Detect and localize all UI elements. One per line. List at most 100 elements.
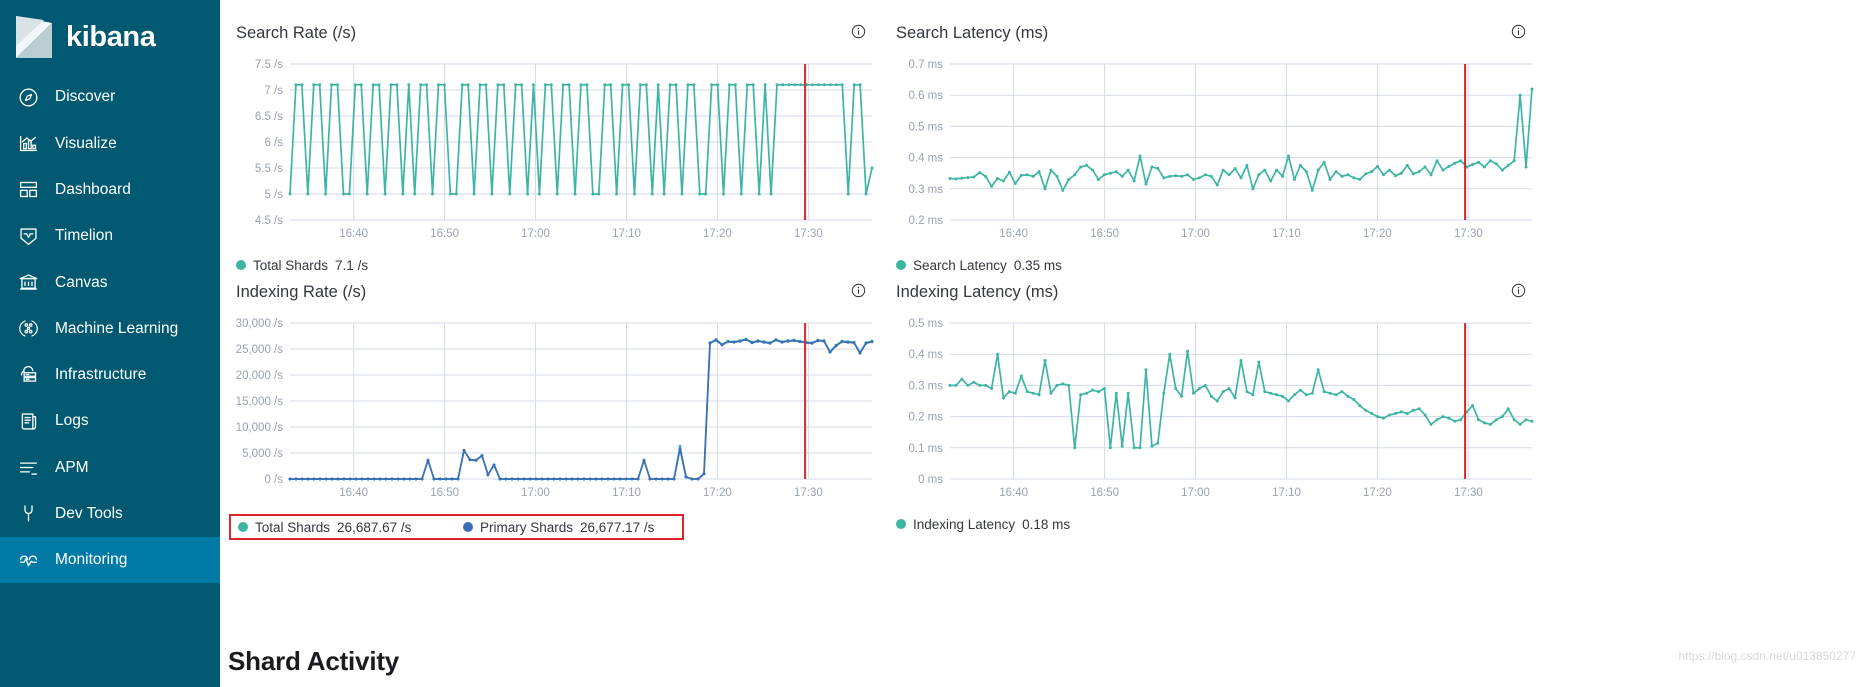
svg-text:16:40: 16:40 — [339, 487, 368, 499]
svg-text:10,000 /s: 10,000 /s — [236, 422, 284, 434]
svg-text:17:00: 17:00 — [521, 228, 550, 240]
legend-item[interactable]: Indexing Latency 0.18 ms — [896, 517, 1070, 532]
logs-icon — [17, 410, 39, 432]
sidebar-item-canvas[interactable]: Canvas — [0, 259, 220, 305]
monitoring-icon — [17, 549, 39, 571]
legend-label: Primary Shards — [480, 519, 574, 535]
svg-text:7.5 /s: 7.5 /s — [255, 59, 283, 71]
brand[interactable]: kibana — [0, 0, 220, 74]
dashboard-grid-icon — [17, 179, 39, 201]
sidebar-item-visualize[interactable]: Visualize — [0, 120, 220, 166]
svg-text:17:30: 17:30 — [794, 487, 823, 499]
svg-text:17:30: 17:30 — [794, 228, 823, 240]
legend-item[interactable]: Total Shards 26,687.67 /s — [238, 520, 463, 535]
sidebar-item-logs[interactable]: Logs — [0, 398, 220, 444]
info-circle-icon[interactable] — [1511, 24, 1526, 39]
svg-text:0.6 ms: 0.6 ms — [908, 90, 943, 102]
info-circle-icon[interactable] — [851, 24, 866, 39]
svg-text:0.2 ms: 0.2 ms — [908, 412, 943, 424]
sidebar-item-label: Dev Tools — [55, 505, 123, 523]
svg-text:17:30: 17:30 — [1454, 228, 1483, 240]
legend-color-dot — [896, 519, 906, 529]
sidebar-item-timelion[interactable]: Timelion — [0, 213, 220, 259]
chart-search-rate[interactable]: 7.5 /s 7 /s 6.5 /s 6 /s 5.5 /s 5 /s 4.5 /s 16:4… — [228, 58, 880, 246]
panel-search-latency: Search Latency (ms) 0.7 ms 0.6 ms 0.5 ms 0.… — [888, 24, 1548, 275]
sidebar-item-label: Monitoring — [55, 551, 128, 569]
legend-value: 7.1 /s — [335, 257, 369, 273]
legend-color-dot — [896, 260, 906, 270]
sidebar-item-machine-learning[interactable]: Machine Learning — [0, 305, 220, 351]
svg-text:16:40: 16:40 — [999, 487, 1028, 499]
sidebar-item-label: Visualize — [55, 134, 117, 152]
wrench-icon — [17, 503, 39, 525]
panel-title: Indexing Latency (ms) — [896, 283, 1059, 301]
svg-text:5.5 /s: 5.5 /s — [255, 163, 283, 175]
sidebar-item-label: Discover — [55, 88, 116, 106]
svg-text:16:50: 16:50 — [1090, 228, 1119, 240]
sidebar-item-apm[interactable]: APM — [0, 444, 220, 490]
svg-text:0.7 ms: 0.7 ms — [908, 59, 943, 71]
svg-text:0.4 ms: 0.4 ms — [908, 349, 943, 361]
svg-text:17:20: 17:20 — [703, 228, 732, 240]
kibana-app: kibana Discover Visualize Dashboard Time… — [0, 0, 1868, 687]
legend-value: 26,687.67 /s — [337, 519, 412, 535]
chart-indexing-latency[interactable]: 0.5 ms 0.4 ms 0.3 ms 0.2 ms 0.1 ms 0 ms 16:40 1… — [888, 317, 1540, 505]
row-spacer — [228, 275, 888, 283]
legend-item[interactable]: Total Shards 7.1 /s — [236, 258, 368, 273]
sidebar-item-label: Machine Learning — [55, 319, 179, 337]
brand-name: kibana — [66, 20, 156, 53]
sidebar-item-infrastructure[interactable]: Infrastructure — [0, 352, 220, 398]
svg-text:0.1 ms: 0.1 ms — [908, 443, 943, 455]
sidebar-item-label: Logs — [55, 412, 89, 430]
chart-indexing-rate[interactable]: 30,000 /s 25,000 /s 20,000 /s 15,000 /s 10,0… — [228, 317, 880, 505]
svg-text:17:10: 17:10 — [612, 487, 641, 499]
legend-item[interactable]: Search Latency 0.35 ms — [896, 258, 1062, 273]
sidebar-item-dev-tools[interactable]: Dev Tools — [0, 491, 220, 537]
svg-text:30,000 /s: 30,000 /s — [236, 318, 284, 330]
svg-text:0.4 ms: 0.4 ms — [908, 153, 943, 165]
svg-text:15,000 /s: 15,000 /s — [236, 396, 284, 408]
svg-text:16:50: 16:50 — [1090, 487, 1119, 499]
svg-text:17:10: 17:10 — [1272, 487, 1301, 499]
svg-text:5 /s: 5 /s — [264, 189, 283, 201]
svg-text:16:50: 16:50 — [430, 487, 459, 499]
machine-learning-icon — [17, 318, 39, 340]
sidebar-item-discover[interactable]: Discover — [0, 74, 220, 120]
info-circle-icon[interactable] — [851, 283, 866, 298]
sidebar: kibana Discover Visualize Dashboard Time… — [0, 0, 220, 687]
panel-search-rate: Search Rate (/s) 7.5 /s 7 /s 6.5 /s 6 /s 5.5… — [228, 24, 888, 275]
svg-text:17:30: 17:30 — [1454, 487, 1483, 499]
legend-value: 26,677.17 /s — [580, 519, 655, 535]
svg-text:0 ms: 0 ms — [918, 474, 943, 486]
sidebar-item-monitoring[interactable]: Monitoring — [0, 536, 220, 584]
legend-indexing-latency: Indexing Latency 0.18 ms — [888, 514, 1548, 534]
panel-title: Search Rate (/s) — [236, 24, 357, 42]
sidebar-item-label: Canvas — [55, 273, 108, 291]
svg-text:20,000 /s: 20,000 /s — [236, 370, 284, 382]
sidebar-item-label: Timelion — [55, 227, 113, 245]
svg-text:17:10: 17:10 — [1272, 228, 1301, 240]
svg-text:17:20: 17:20 — [1363, 228, 1392, 240]
svg-text:17:00: 17:00 — [1181, 487, 1210, 499]
svg-text:17:20: 17:20 — [1363, 487, 1392, 499]
sidebar-item-dashboard[interactable]: Dashboard — [0, 167, 220, 213]
legend-item[interactable]: Primary Shards 26,677.17 /s — [463, 520, 654, 535]
svg-text:16:40: 16:40 — [999, 228, 1028, 240]
svg-text:6 /s: 6 /s — [264, 137, 283, 149]
main-content: Search Rate (/s) 7.5 /s 7 /s 6.5 /s 6 /s 5.5… — [220, 0, 1868, 687]
svg-text:16:40: 16:40 — [339, 228, 368, 240]
panel-header: Indexing Rate (/s) — [228, 283, 888, 311]
chart-search-latency[interactable]: 0.7 ms 0.6 ms 0.5 ms 0.4 ms 0.3 ms 0.2 ms 16:4… — [888, 58, 1540, 246]
svg-text:25,000 /s: 25,000 /s — [236, 344, 284, 356]
kibana-logo-icon — [14, 16, 54, 58]
svg-text:7 /s: 7 /s — [264, 85, 283, 97]
legend-color-dot — [463, 522, 473, 532]
panel-indexing-latency: Indexing Latency (ms) 0.5 ms 0.4 ms 0.3 ms… — [888, 283, 1548, 540]
svg-text:0.2 ms: 0.2 ms — [908, 215, 943, 227]
panel-indexing-rate: Indexing Rate (/s) 30,000 /s 25,000 /s 20,… — [228, 283, 888, 540]
info-circle-icon[interactable] — [1511, 283, 1526, 298]
svg-text:17:00: 17:00 — [521, 487, 550, 499]
page-title: Shard Activity — [228, 646, 400, 676]
sidebar-item-label: Dashboard — [55, 180, 131, 198]
legend-value: 0.18 ms — [1022, 516, 1071, 532]
